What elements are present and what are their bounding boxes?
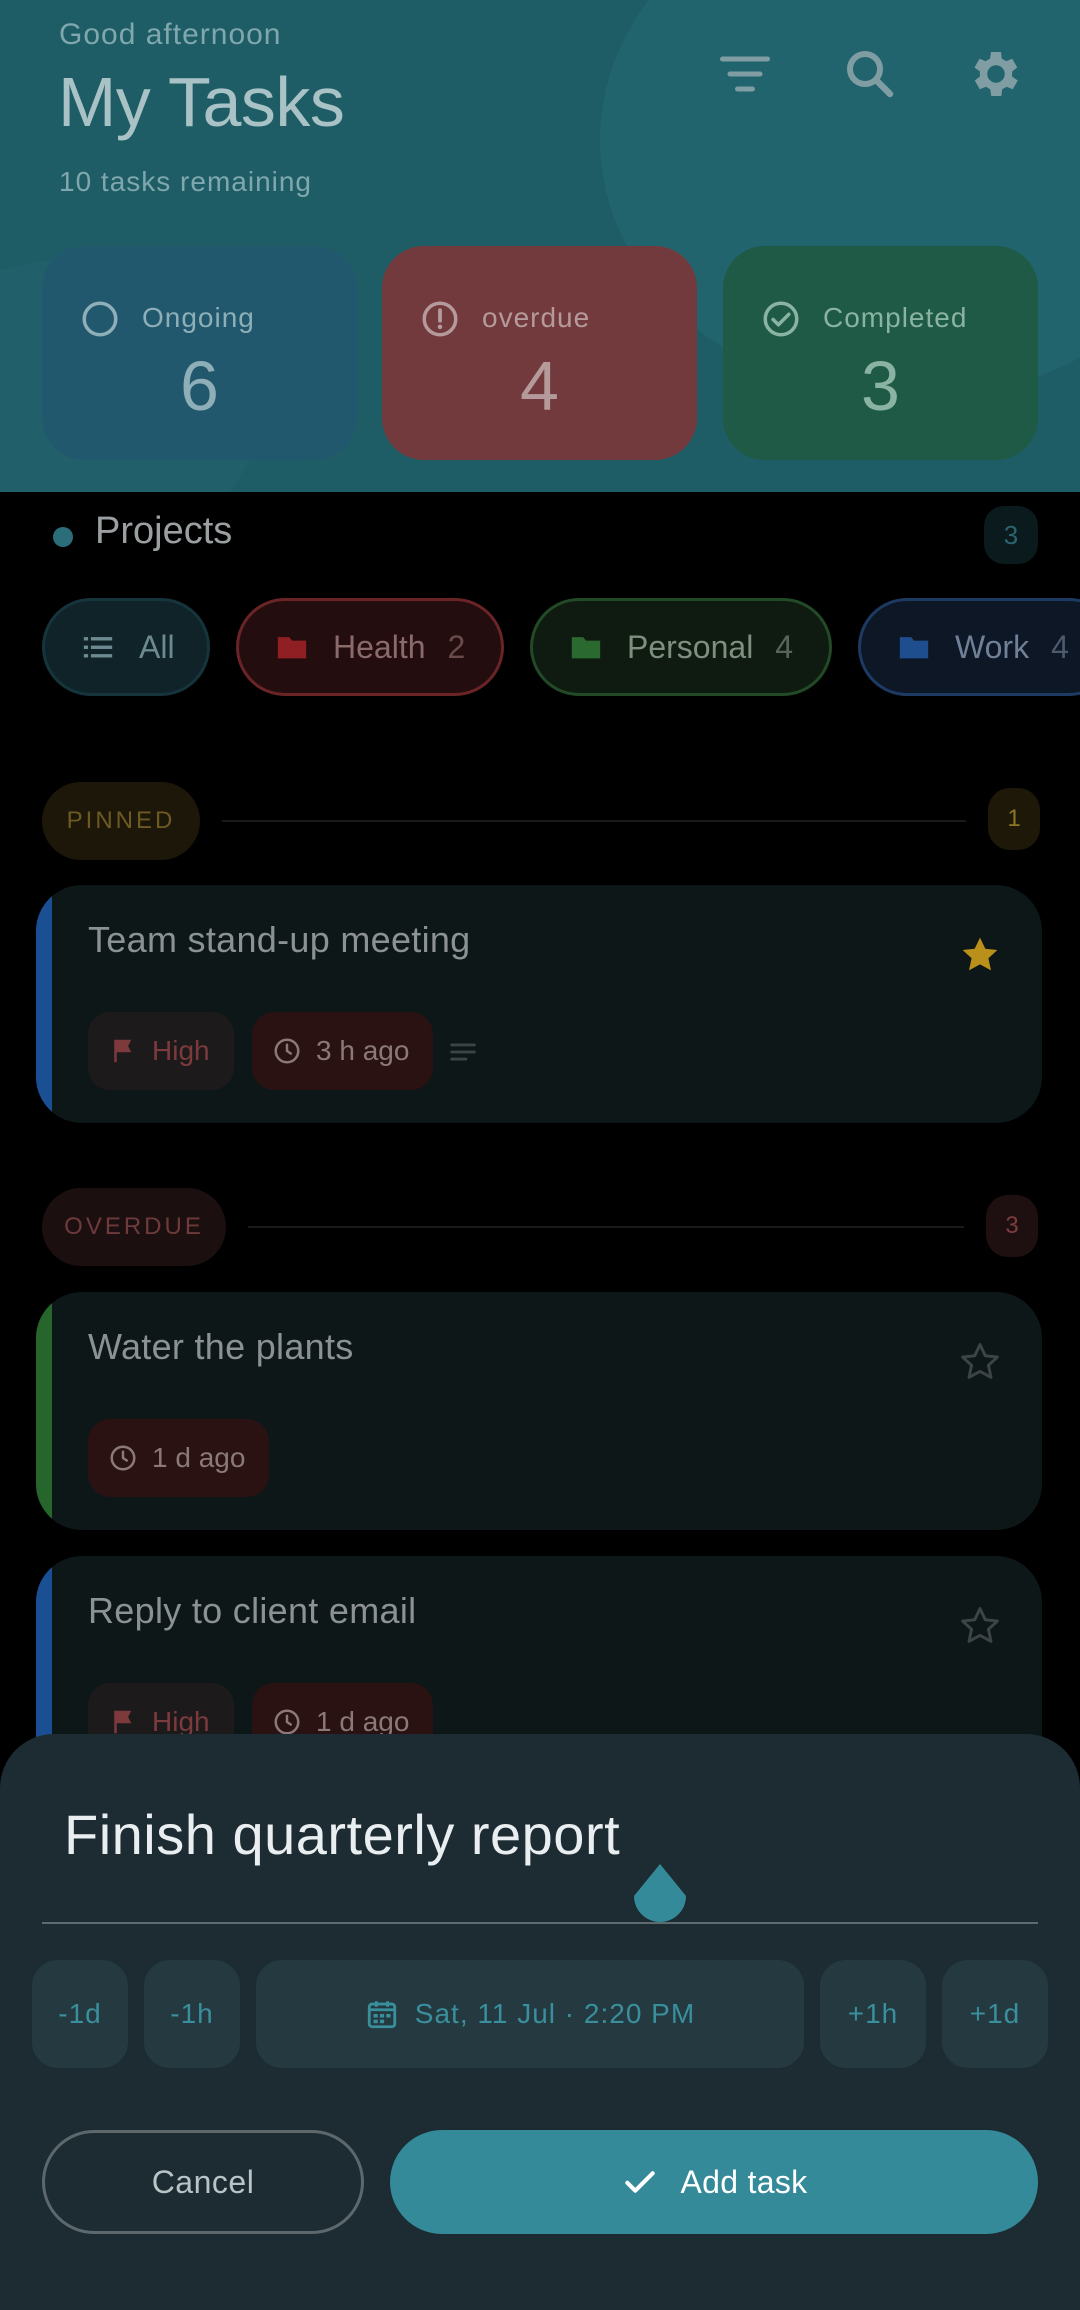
folder-icon xyxy=(277,637,307,659)
star-outline-icon[interactable] xyxy=(958,1340,1002,1384)
check-icon xyxy=(624,2171,655,2193)
due-date-label: Sat, 11 Jul · 2:20 PM xyxy=(414,1998,696,2029)
add-task-button[interactable]: Add task xyxy=(390,2130,1038,2234)
completed-label: Completed xyxy=(823,302,968,333)
alert-circle-icon xyxy=(422,301,458,337)
calendar-icon xyxy=(367,2001,396,2029)
chip-count: 4 xyxy=(775,628,794,665)
greeting-text: Good afternoon xyxy=(59,18,282,51)
due-time-label: 3 h ago xyxy=(316,1035,410,1066)
priority-label: High xyxy=(152,1035,210,1066)
section-divider xyxy=(222,820,966,822)
pinned-section-label: PINNED xyxy=(42,782,200,860)
chip-label: Personal xyxy=(627,628,754,665)
due-time-label: 1 d ago xyxy=(152,1442,246,1473)
clock-icon xyxy=(274,1038,300,1064)
chip-count: 2 xyxy=(447,628,466,665)
settings-icon[interactable] xyxy=(966,44,1026,104)
flag-icon xyxy=(114,1039,132,1063)
overdue-section-label: OVERDUE xyxy=(42,1188,226,1266)
list-icon xyxy=(83,637,113,658)
clock-icon xyxy=(274,1709,300,1735)
chip-label: Work xyxy=(955,628,1030,665)
ongoing-count: 6 xyxy=(180,347,219,425)
task-card[interactable]: Team stand-up meeting High 3 h ago xyxy=(36,885,1042,1123)
project-chip-work[interactable]: Work 4 xyxy=(858,598,1080,696)
minus-hour-button[interactable]: -1h xyxy=(144,1960,240,2068)
tasks-remaining-text: 10 tasks remaining xyxy=(59,166,313,197)
completed-count: 3 xyxy=(861,347,900,425)
project-accent-bar xyxy=(36,885,52,1123)
folder-icon xyxy=(571,637,601,659)
chip-label: Health xyxy=(333,628,426,665)
projects-dot xyxy=(53,527,73,547)
task-name-input[interactable]: Finish quarterly report xyxy=(64,1802,620,1867)
project-chip-personal[interactable]: Personal 4 xyxy=(530,598,832,696)
projects-title: Projects xyxy=(95,510,233,552)
clock-icon xyxy=(110,1445,136,1471)
due-date-button[interactable]: Sat, 11 Jul · 2:20 PM xyxy=(256,1960,804,2068)
due-time-tag: 1 d ago xyxy=(88,1419,270,1497)
plus-day-button[interactable]: +1d xyxy=(942,1960,1048,2068)
project-accent-bar xyxy=(36,1292,52,1530)
overdue-stat-card[interactable]: overdue 4 xyxy=(382,246,697,460)
star-filled-icon[interactable] xyxy=(958,933,1002,977)
input-underline xyxy=(42,1922,1038,1924)
star-outline-icon[interactable] xyxy=(958,1604,1002,1648)
task-title: Water the plants xyxy=(88,1326,354,1367)
pinned-count-badge: 1 xyxy=(988,788,1040,850)
flag-icon xyxy=(114,1710,132,1734)
priority-tag: High xyxy=(88,1012,234,1090)
completed-stat-card[interactable]: Completed 3 xyxy=(723,246,1038,460)
task-card[interactable]: Water the plants 1 d ago xyxy=(36,1292,1042,1530)
add-task-sheet: Finish quarterly report -1d -1h Sat, 11 … xyxy=(0,1734,1080,2310)
section-divider xyxy=(248,1226,964,1228)
minus-day-button[interactable]: -1d xyxy=(32,1960,128,2068)
overdue-label: overdue xyxy=(482,302,591,333)
due-time-tag: 3 h ago xyxy=(252,1012,434,1090)
check-circle-icon xyxy=(763,301,799,337)
overdue-count-badge: 3 xyxy=(986,1195,1038,1257)
project-chip-health[interactable]: Health 2 xyxy=(236,598,504,696)
ongoing-stat-card[interactable]: Ongoing 6 xyxy=(42,246,357,460)
header: Good afternoon My Tasks 10 tasks remaini… xyxy=(0,0,1080,492)
cancel-button[interactable]: Cancel xyxy=(42,2130,364,2234)
project-chip-all[interactable]: All xyxy=(42,598,210,696)
plus-hour-button[interactable]: +1h xyxy=(820,1960,926,2068)
task-title: Reply to client email xyxy=(88,1590,417,1631)
chip-count: 4 xyxy=(1051,628,1069,665)
sort-icon[interactable] xyxy=(715,44,775,104)
text-cursor-handle[interactable] xyxy=(632,1864,688,1930)
search-icon[interactable] xyxy=(840,44,900,104)
add-task-label: Add task xyxy=(680,2163,808,2200)
page-title: My Tasks xyxy=(58,63,345,141)
task-title: Team stand-up meeting xyxy=(88,919,471,960)
folder-icon xyxy=(899,637,929,659)
ongoing-label: Ongoing xyxy=(142,302,255,333)
overdue-count: 4 xyxy=(520,347,559,425)
chip-label: All xyxy=(139,628,175,665)
projects-count-badge: 3 xyxy=(984,506,1038,564)
circle-icon xyxy=(82,301,118,337)
notes-icon xyxy=(450,1043,476,1061)
